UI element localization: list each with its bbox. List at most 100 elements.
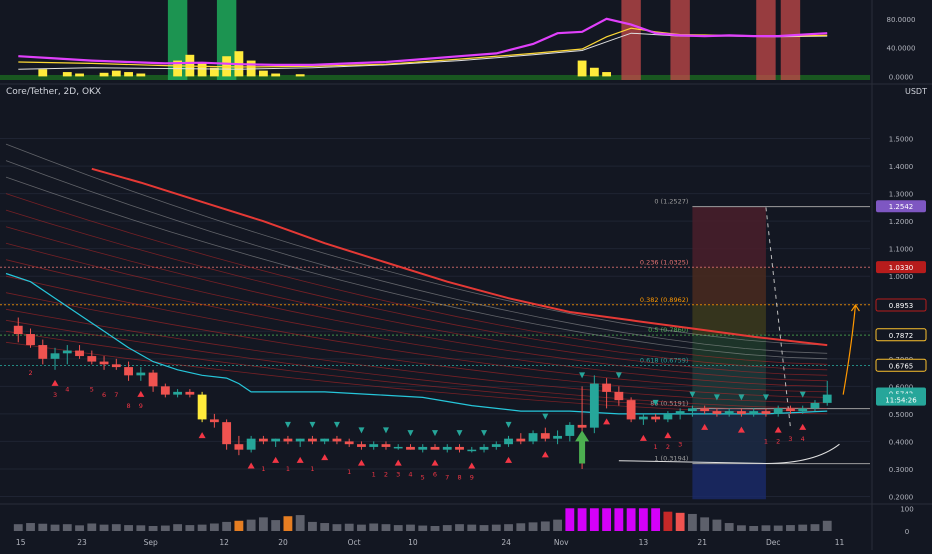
volume-bar (283, 516, 293, 531)
volume-bar (810, 524, 820, 531)
price-axis-tick: 0.5000 (889, 411, 914, 419)
sell-signal-marker (615, 372, 622, 379)
price-axis-tick: 1.3000 (889, 191, 914, 199)
price-axis-tick: 0.2000 (889, 493, 914, 501)
oscillator-pane (0, 0, 870, 80)
currency-label[interactable]: USDT (905, 87, 927, 96)
osc-yellow-line (18, 27, 828, 68)
volume-bar (13, 524, 23, 531)
chart-canvas[interactable]: 0 (1.2527) 0.236 (1.0325) 0.382 (0.8962) 0.… (0, 0, 932, 550)
osc-column (589, 67, 599, 77)
volume-bar (111, 524, 121, 531)
sequential-count-label: 2 (666, 443, 670, 451)
volume-bar (479, 525, 489, 531)
osc-axis-tick: 40.0000 (887, 45, 916, 53)
buy-signal-marker (357, 459, 365, 466)
candle-body (136, 372, 146, 376)
candle-body (430, 446, 440, 450)
fib-level-label: 0.382 (0.8962) (640, 296, 689, 304)
volume-bar (504, 524, 513, 531)
sequential-count-label: 9 (139, 402, 143, 410)
buy-signal-marker (137, 390, 145, 397)
volume-bar (62, 524, 72, 531)
candle-body (418, 446, 428, 450)
candle-body (700, 408, 710, 412)
candle-body (75, 350, 84, 357)
sequential-count-label: 6 (433, 471, 437, 479)
volume-bar (749, 526, 759, 531)
volume-bar (344, 523, 354, 531)
buy-signal-marker (664, 432, 672, 439)
osc-column (75, 73, 84, 77)
volume-bar (234, 520, 244, 531)
candle-body (810, 402, 820, 409)
time-axis[interactable]: 15 23 Sep 12 20 Oct 10 24 Nov 13 21 Dec 11 (16, 538, 845, 547)
price-badge-label: 0.6765 (889, 362, 914, 370)
sequential-count-label: 8 (457, 473, 461, 481)
candle-body (455, 446, 464, 450)
candle-body (687, 408, 697, 412)
candle-body (638, 416, 648, 420)
candle-body (516, 438, 526, 442)
price-badge-label: 11:54:26 (885, 397, 917, 405)
volume-axis-tick: 0 (905, 528, 909, 536)
sequential-count-label: 1 (261, 465, 265, 473)
volume-bar (209, 523, 219, 531)
volume-bar (246, 519, 256, 531)
volume-bar (516, 523, 526, 531)
fib-zone (692, 408, 766, 464)
volume-bar (418, 525, 428, 531)
volume-bar (602, 508, 612, 531)
volume-bar (626, 508, 636, 531)
candle-body (737, 411, 746, 414)
volume-bar (491, 524, 501, 531)
buy-signal-marker (431, 459, 439, 466)
sell-signal-marker (505, 421, 512, 428)
volume-bar (430, 526, 440, 531)
volume-bar (614, 508, 624, 531)
symbol-label[interactable]: Core/Tether, 2D, OKX (6, 87, 101, 97)
sell-signal-marker (309, 421, 316, 428)
volume-bar (638, 508, 648, 531)
candle-body (467, 449, 477, 452)
sell-signal-marker (284, 421, 291, 428)
price-axis-tick: 1.4000 (889, 163, 914, 171)
sequential-count-label: 1 (654, 443, 658, 451)
price-axis-tick: 1.1000 (889, 246, 914, 254)
candle-body (283, 438, 293, 442)
candle-body (712, 411, 722, 414)
volume-bar (381, 524, 391, 531)
candle-body (479, 446, 489, 450)
volume-bar (173, 524, 183, 531)
sequential-count-label: 3 (53, 391, 57, 399)
buy-signal-marker (296, 456, 304, 463)
candle-body (406, 446, 415, 450)
volume-bar (663, 511, 673, 531)
volume-bar (222, 521, 232, 531)
time-axis-tick: Oct (348, 538, 361, 547)
volume-bar (553, 519, 562, 531)
time-axis-tick: Nov (554, 538, 569, 547)
volume-bar (357, 524, 366, 531)
volume-bar (712, 519, 722, 531)
sell-signal-marker (481, 430, 488, 437)
volume-bar (75, 525, 84, 531)
sell-signal-marker (382, 427, 389, 434)
volume-bar (724, 523, 734, 531)
volume-bar (761, 525, 771, 531)
sequential-count-label: 4 (801, 435, 805, 443)
sequential-count-label: 1 (286, 465, 290, 473)
price-badge-label: 1.0330 (889, 264, 914, 272)
candle-body (87, 356, 97, 362)
sequential-count-label: 1 (372, 471, 376, 479)
volume-bar (773, 525, 783, 531)
candle-body (222, 422, 232, 445)
sequential-count-label: 1 (310, 465, 314, 473)
fib-zone (692, 267, 766, 305)
candle-body (111, 364, 121, 368)
candle-body (38, 345, 48, 359)
sequential-count-label: 7 (114, 391, 118, 399)
volume-bar (38, 523, 48, 531)
volume-bar (822, 520, 832, 531)
volume-bar (589, 508, 599, 531)
